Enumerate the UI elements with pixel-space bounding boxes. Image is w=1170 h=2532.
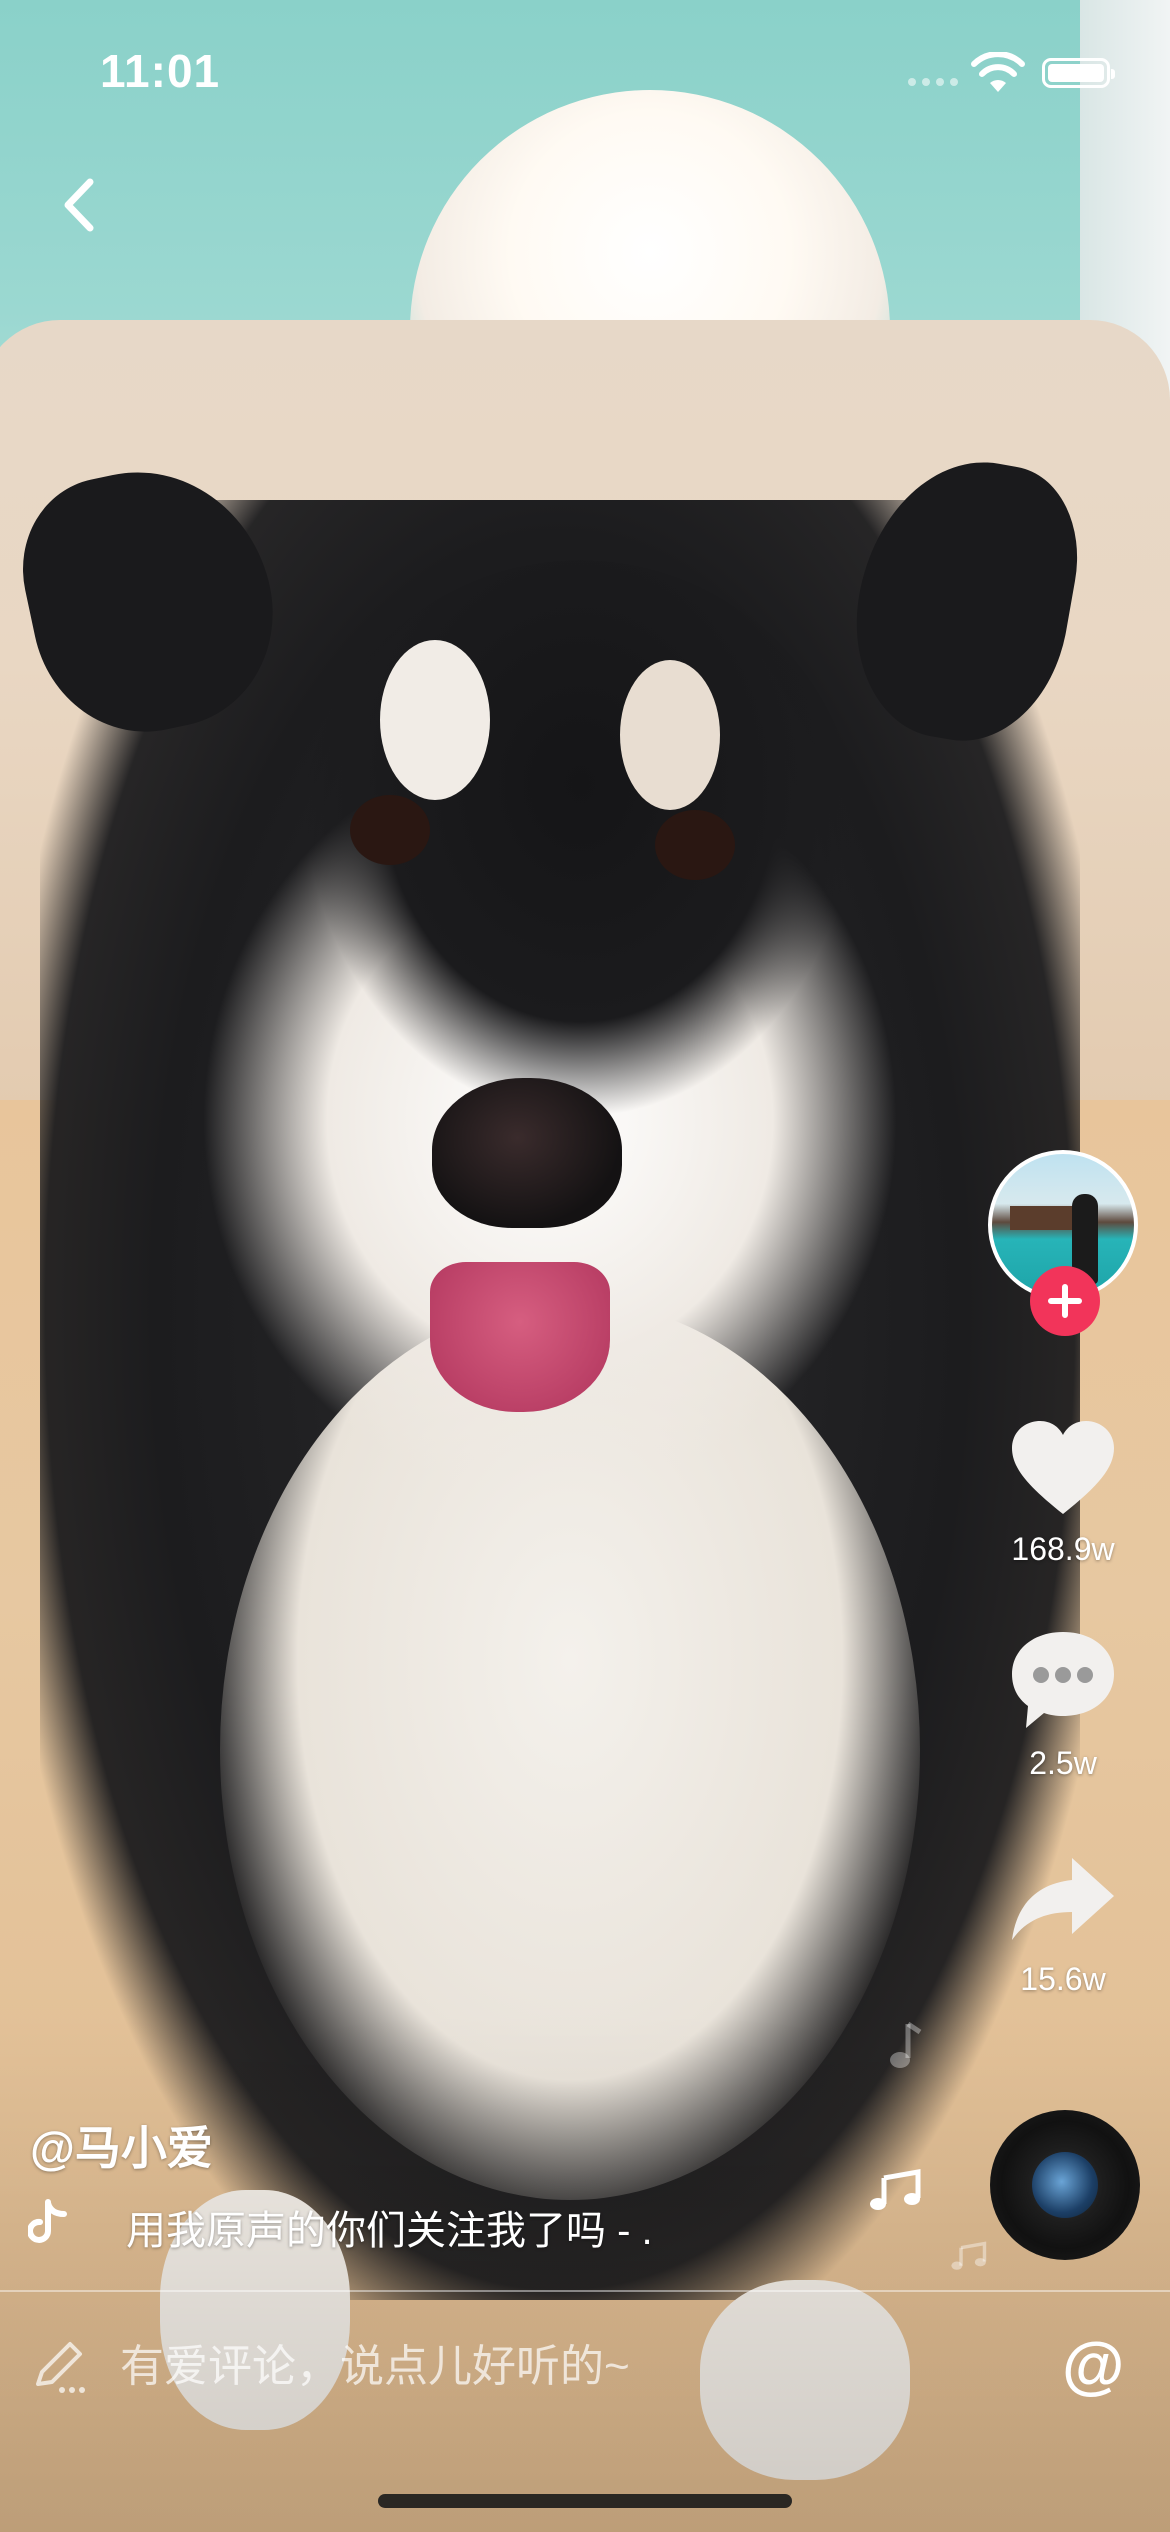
status-bar: 11:01 [0,0,1170,150]
pencil-icon [36,2342,85,2393]
speech-bubble-icon [1012,1632,1114,1728]
dog-brow-right [620,660,720,810]
mention-button[interactable]: @ [1062,2328,1124,2402]
home-indicator[interactable] [378,2494,792,2508]
like-count: 168.9w [1011,1531,1115,1567]
music-note-icon [870,2169,921,2210]
music-note-icon [951,2241,987,2270]
follow-button[interactable] [1030,1266,1100,1336]
like-button[interactable]: 168.9w [988,1418,1138,1568]
bottom-shade [0,2012,1170,2532]
music-info[interactable] [28,2192,68,2252]
comment-bar: @ [0,2292,1170,2442]
battery-level [1048,64,1104,82]
music-disc[interactable] [990,2110,1140,2260]
battery-icon [1042,58,1115,88]
share-count: 15.6w [1020,1961,1106,1997]
dog-eye-right [655,810,735,880]
comment-input[interactable] [120,2332,1000,2402]
creator-avatar-group[interactable] [988,1150,1138,1340]
creator-username[interactable]: @马小爱 [30,2112,213,2178]
heart-icon [1012,1421,1114,1514]
status-time: 11:01 [100,45,221,97]
tiktok-note-icon [28,2199,67,2243]
dog-brow-left [380,640,490,800]
comment-count: 2.5w [1029,1745,1097,1781]
share-arrow-icon [1012,1858,1114,1940]
music-cover [1032,2152,1098,2218]
comment-button[interactable]: 2.5w [988,1628,1138,1782]
music-title: 用我原声的你们关注我了吗 - . [126,2209,653,2253]
dog-tongue [430,1262,610,1412]
chevron-left-icon[interactable] [50,170,110,240]
wifi-icon [971,52,1025,92]
dog-nose [432,1078,622,1228]
plus-icon [1048,1284,1082,1318]
share-button[interactable]: 15.6w [988,1852,1138,1998]
music-note-icon [890,2021,922,2068]
cellular-signal-icon [908,78,958,86]
dog-eye-left [350,795,430,865]
